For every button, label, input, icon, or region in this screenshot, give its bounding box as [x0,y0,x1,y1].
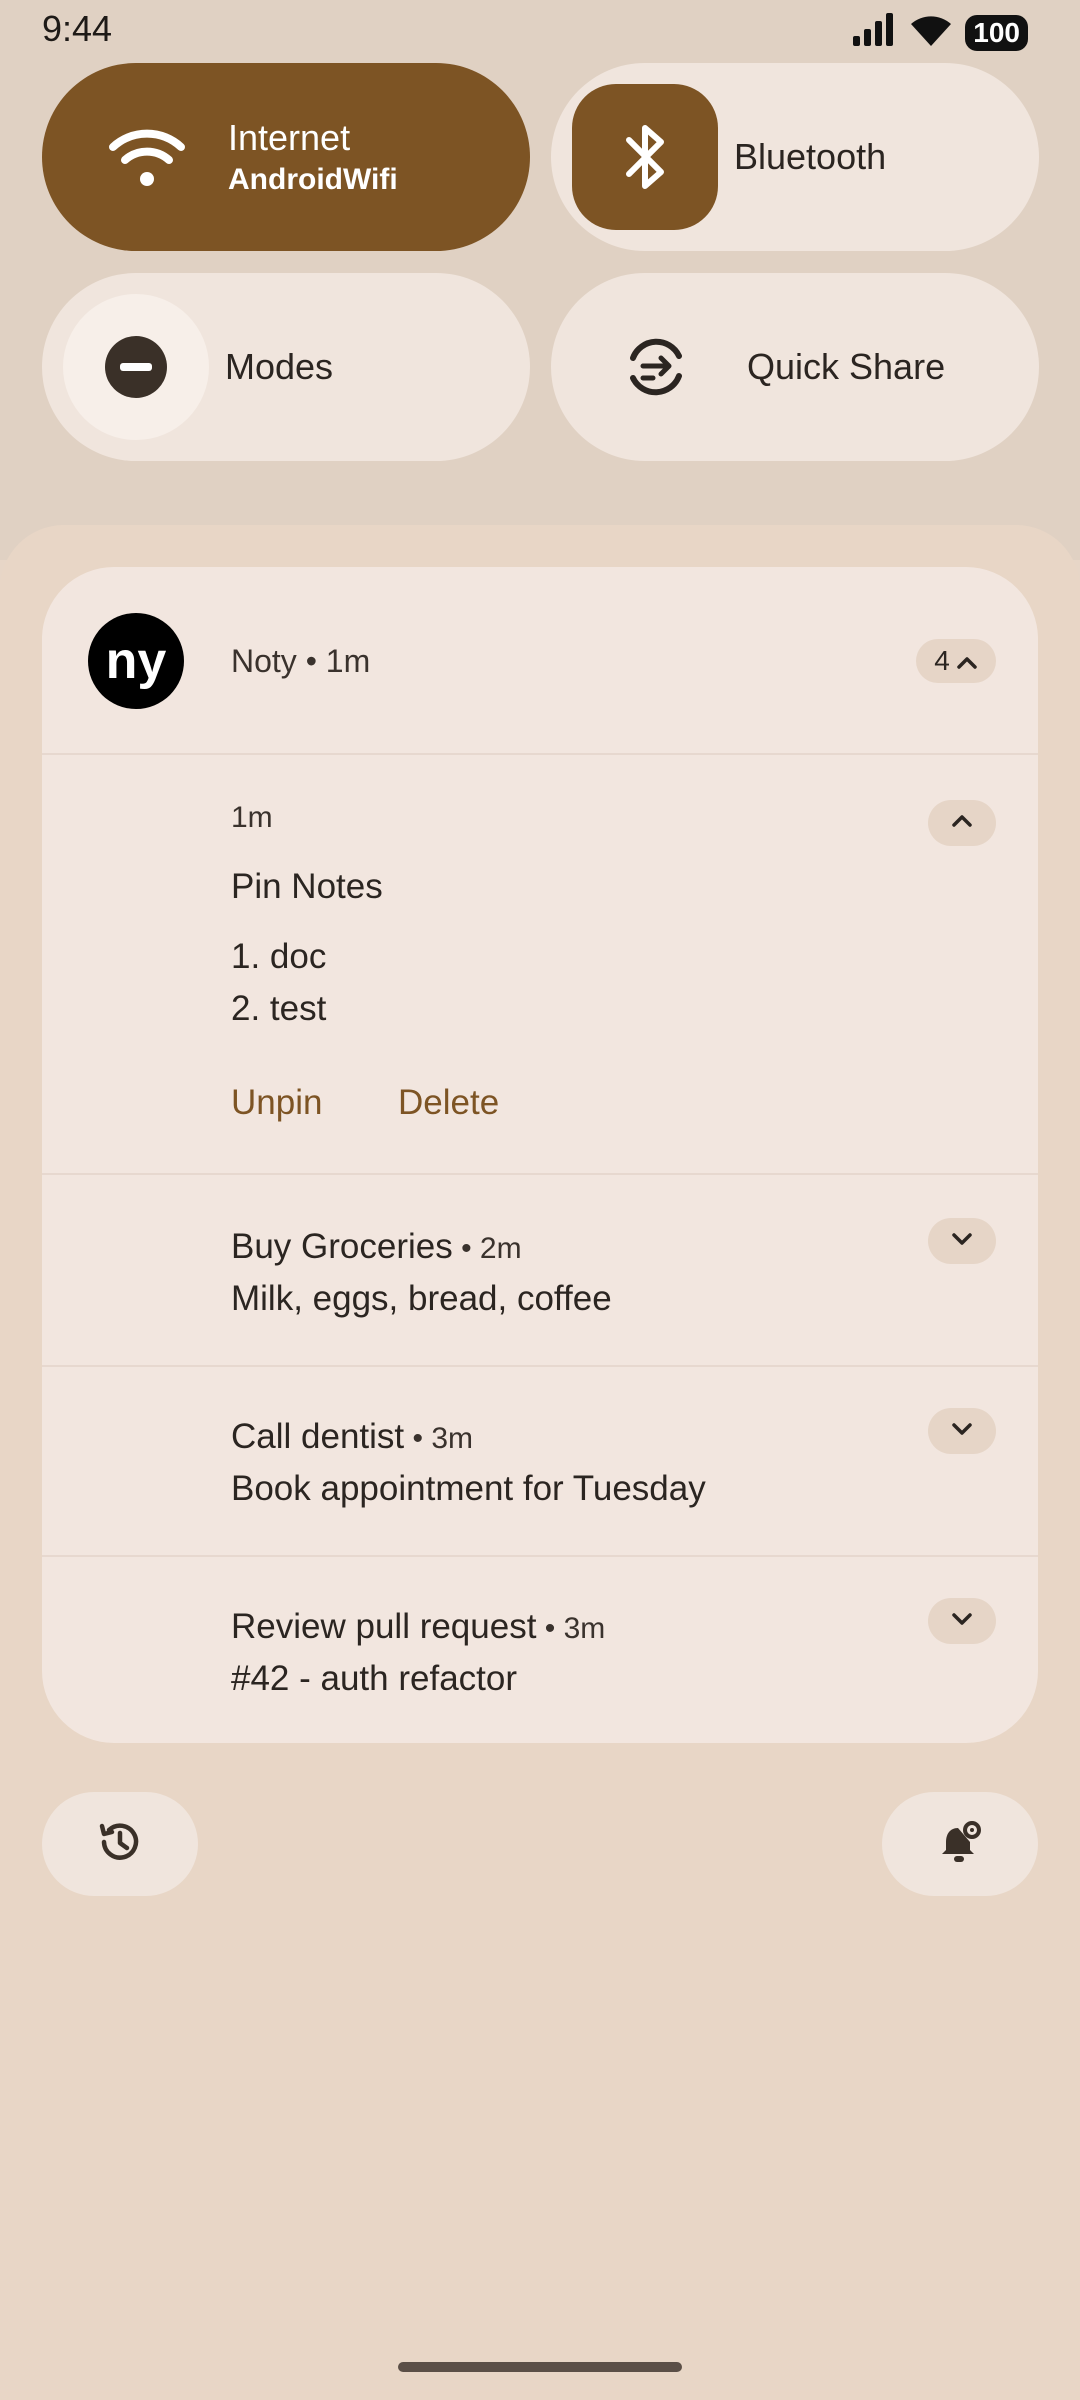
notification-item-expanded[interactable]: 1m Pin Notes 1. doc 2. test Unpin Delete [42,757,1038,1175]
bluetooth-tile-label: Bluetooth [734,136,887,177]
internet-tile-text: Internet AndroidWifi [228,117,398,197]
modes-tile[interactable]: Modes [42,273,530,461]
expand-button[interactable] [928,1218,996,1264]
quick-share-tile-label: Quick Share [747,346,946,387]
group-app-name-time: Noty • 1m [231,643,371,679]
chevron-down-icon [950,1231,974,1252]
notification-title: Buy Groceries [231,1227,453,1266]
delete-button[interactable]: Delete [398,1083,499,1123]
notification-body: Book appointment for Tuesday [231,1469,706,1508]
battery-indicator: 100 [965,14,1028,51]
notification-group-header[interactable]: ny Noty • 1m 4 [42,567,1038,755]
chevron-down-icon [950,1421,974,1442]
chevron-up-icon [950,813,974,834]
status-time: 9:44 [42,8,113,49]
notification-title: Pin Notes [231,867,383,906]
quick-share-tile-text: Quick Share [747,346,945,388]
notification-settings-button[interactable] [882,1792,1038,1896]
wifi-icon [72,125,222,189]
notification-group-card[interactable]: ny Noty • 1m 4 1m Pin Notes 1. doc 2. te… [42,567,1038,1743]
notification-body-line: 2. test [231,989,327,1028]
notification-item[interactable]: Review pull request • 3m #42 - auth refa… [42,1557,1038,1743]
internet-tile-label: Internet [228,117,351,158]
quick-share-tile[interactable]: Quick Share [551,273,1039,461]
notification-title: Review pull request [231,1607,537,1646]
chevron-up-icon [956,645,978,677]
wifi-icon [909,12,953,53]
notification-title: Call dentist [231,1417,405,1456]
expand-button[interactable] [928,1598,996,1644]
bluetooth-tile[interactable]: Bluetooth [551,63,1039,251]
notification-time: • 3m [404,1422,473,1455]
notification-time: 1m [231,801,273,834]
collapse-button[interactable] [928,800,996,846]
group-count: 4 [934,645,950,676]
history-icon [96,1818,144,1871]
chevron-down-icon [950,1611,974,1632]
notification-body: #42 - auth refactor [231,1659,517,1698]
notification-body-line: 1. doc [231,937,327,976]
bluetooth-icon [572,84,718,230]
notification-history-button[interactable] [42,1792,198,1896]
notification-title-row: Call dentist • 3m [231,1417,473,1457]
do-not-disturb-icon [63,294,209,440]
internet-tile-network: AndroidWifi [228,163,398,196]
app-icon: ny [88,613,184,709]
notification-title-row: Buy Groceries • 2m [231,1227,522,1267]
group-collapse-button[interactable]: 4 [916,639,996,683]
notification-time: • 3m [536,1612,606,1645]
home-indicator[interactable] [398,2362,682,2372]
internet-tile[interactable]: Internet AndroidWifi [42,63,530,251]
bluetooth-tile-text: Bluetooth [734,136,886,178]
cell-signal-icon [851,12,897,53]
notification-settings-icon [936,1818,984,1871]
modes-tile-label: Modes [225,346,334,387]
notification-time: • 2m [452,1232,522,1265]
status-icons: 100 [851,12,1028,53]
modes-tile-text: Modes [225,346,333,388]
notification-title-row: Review pull request • 3m [231,1607,605,1647]
notification-item[interactable]: Call dentist • 3m Book appointment for T… [42,1367,1038,1557]
unpin-button[interactable]: Unpin [231,1083,322,1123]
notification-body: Milk, eggs, bread, coffee [231,1279,612,1318]
quick-share-icon [581,334,731,400]
expand-button[interactable] [928,1408,996,1454]
notification-item[interactable]: Buy Groceries • 2m Milk, eggs, bread, co… [42,1177,1038,1367]
status-bar: 9:44 100 [0,0,1080,62]
